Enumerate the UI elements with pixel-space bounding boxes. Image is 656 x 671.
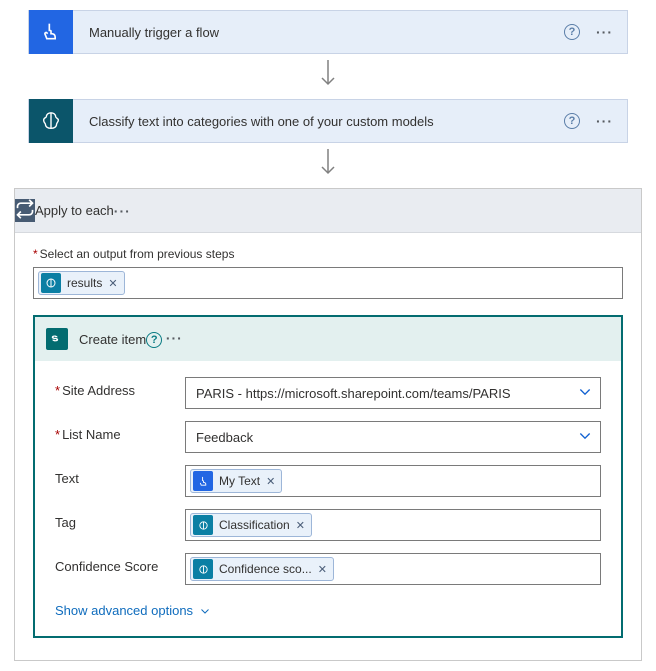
step-card-create-item: Create item ? ··· *Site Address <box>33 315 623 638</box>
step-title: Manually trigger a flow <box>73 25 564 40</box>
more-icon[interactable]: ··· <box>596 113 613 129</box>
more-icon[interactable]: ··· <box>166 330 183 346</box>
more-icon[interactable]: ··· <box>114 203 131 219</box>
step-card-manual-trigger[interactable]: Manually trigger a flow ? ··· <box>28 10 628 54</box>
help-icon[interactable]: ? <box>146 332 162 348</box>
confidence-score-label: Confidence Score <box>55 553 185 574</box>
arrow-down-icon <box>319 149 337 180</box>
sharepoint-icon <box>35 317 79 361</box>
site-address-select[interactable] <box>185 377 601 409</box>
loop-icon <box>15 199 35 222</box>
remove-token-icon[interactable]: ✕ <box>296 519 305 532</box>
ai-builder-icon <box>193 515 213 535</box>
tag-label: Tag <box>55 509 185 530</box>
step-title: Classify text into categories with one o… <box>73 114 564 129</box>
remove-token-icon[interactable]: ✕ <box>108 277 117 290</box>
more-icon[interactable]: ··· <box>596 24 613 40</box>
touch-icon <box>29 10 73 54</box>
token-my-text[interactable]: My Text ✕ <box>190 469 282 493</box>
remove-token-icon[interactable]: ✕ <box>266 475 275 488</box>
token-classification[interactable]: Classification ✕ <box>190 513 312 537</box>
confidence-score-input[interactable]: Confidence sco... ✕ <box>185 553 601 585</box>
help-icon[interactable]: ? <box>564 24 580 40</box>
create-item-header[interactable]: Create item ? ··· <box>35 317 621 361</box>
list-name-label: *List Name <box>55 421 185 442</box>
text-input[interactable]: My Text ✕ <box>185 465 601 497</box>
chevron-down-icon <box>199 605 211 617</box>
step-card-apply-to-each: Apply to each ··· *Select an output from… <box>14 188 642 661</box>
step-title: Create item <box>79 332 146 347</box>
token-label: Confidence sco... <box>219 562 312 576</box>
ai-builder-icon <box>193 559 213 579</box>
list-name-select[interactable] <box>185 421 601 453</box>
token-label: Classification <box>219 518 290 532</box>
text-label: Text <box>55 465 185 486</box>
show-advanced-options-link[interactable]: Show advanced options <box>55 603 211 618</box>
step-card-classify-text[interactable]: Classify text into categories with one o… <box>28 99 628 143</box>
brain-icon <box>29 99 73 143</box>
arrow-down-icon <box>319 60 337 91</box>
token-label: results <box>67 276 102 290</box>
token-results[interactable]: results ✕ <box>38 271 125 295</box>
advanced-options-label: Show advanced options <box>55 603 193 618</box>
touch-icon <box>193 471 213 491</box>
site-address-label: *Site Address <box>55 377 185 398</box>
token-label: My Text <box>219 474 260 488</box>
select-output-label: *Select an output from previous steps <box>33 247 623 261</box>
tag-input[interactable]: Classification ✕ <box>185 509 601 541</box>
apply-to-each-header[interactable]: Apply to each ··· <box>15 189 641 233</box>
token-confidence-score[interactable]: Confidence sco... ✕ <box>190 557 334 581</box>
ai-builder-icon <box>41 273 61 293</box>
help-icon[interactable]: ? <box>564 113 580 129</box>
select-output-input[interactable]: results ✕ <box>33 267 623 299</box>
remove-token-icon[interactable]: ✕ <box>318 563 327 576</box>
step-title: Apply to each <box>35 203 114 218</box>
